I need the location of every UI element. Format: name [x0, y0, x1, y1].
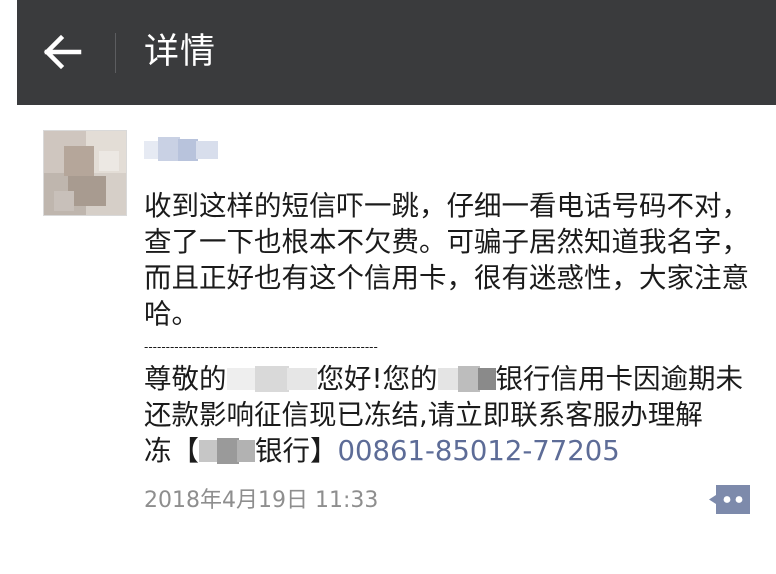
redacted-name — [226, 364, 317, 394]
username-redacted[interactable] — [144, 135, 222, 165]
sms-text-1a: 尊敬的 — [144, 363, 227, 395]
sms-text-3a: 冻【 — [144, 435, 199, 467]
title-divider — [115, 33, 116, 73]
phone-number-link[interactable]: 00861-85012-77205 — [338, 435, 620, 467]
comment-icon — [709, 485, 750, 514]
sms-line-1: 尊敬的 您好!您的 银行信用卡因逾期未 — [144, 361, 754, 397]
sms-line-3: 冻【 银行】00861-85012-77205 — [144, 433, 754, 469]
post-text: 收到这样的短信吓一跳，仔细一看电话号码不对，查了一下也根本不欠费。可骗子居然知道… — [144, 190, 749, 330]
sms-text-3b: 银行】 — [255, 435, 338, 467]
moment-detail-screen: 详情 收到这样的短信吓一跳，仔细一看电话号码不对，查了一下也根本不欠费。可骗子居… — [0, 0, 776, 574]
arrow-left-icon — [43, 34, 82, 70]
title-bar: 详情 — [17, 0, 776, 105]
page-title: 详情 — [144, 32, 217, 72]
back-button[interactable] — [39, 28, 87, 76]
sms-text-1b: 您好!您的 — [316, 363, 438, 395]
comment-button[interactable] — [708, 483, 752, 516]
quoted-sms: 尊敬的 您好!您的 银行信用卡因逾期未 还款影响征信现已冻结,请立即联系客服办理解 … — [144, 361, 754, 469]
post-timestamp: 2018年4月19日 11:33 — [144, 488, 379, 513]
redacted-bank-1 — [437, 364, 496, 394]
avatar[interactable] — [43, 130, 127, 216]
sms-text-1c: 银行信用卡因逾期未 — [495, 363, 744, 395]
sms-line-2: 还款影响征信现已冻结,请立即联系客服办理解 — [144, 399, 703, 431]
text-separator: ----------------------------------------… — [144, 340, 378, 354]
redacted-bank-2 — [199, 436, 255, 466]
